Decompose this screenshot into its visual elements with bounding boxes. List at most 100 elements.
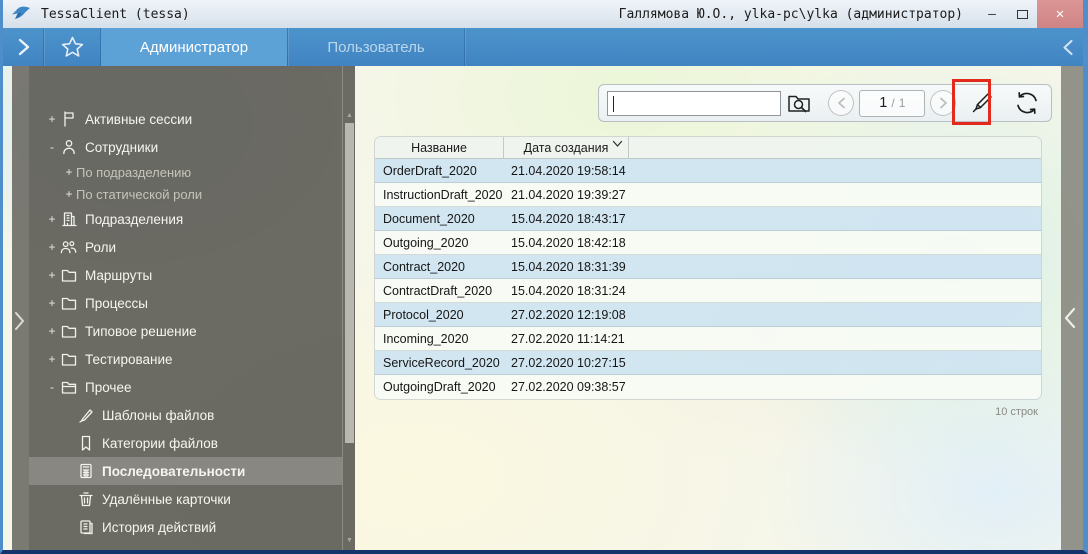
star-icon <box>61 36 83 57</box>
tab-administrator[interactable]: Администратор <box>101 28 287 66</box>
sidebar-item-по-подразделению[interactable]: + По подразделению <box>29 161 342 183</box>
sidebar-item-сотрудники[interactable]: - Сотрудники <box>29 133 342 161</box>
sidebar-item-типовое-решение[interactable]: + Типовое решение <box>29 317 342 345</box>
toolbar: 1 / 1 <box>598 84 1052 122</box>
sidebar-item-прочее[interactable]: - Прочее <box>29 373 342 401</box>
sidebar-item-тестирование[interactable]: + Тестирование <box>29 345 342 373</box>
expand-icon[interactable]: + <box>45 296 59 310</box>
prev-page-button[interactable] <box>828 90 855 116</box>
flag-icon <box>59 110 78 129</box>
nav-forward-button[interactable] <box>3 28 43 66</box>
favorites-button[interactable] <box>44 28 100 66</box>
table-row[interactable]: Document_2020 15.04.2020 18:43:17 <box>375 207 1041 231</box>
sidebar-item-по-статической-роли[interactable]: + По статической роли <box>29 183 342 205</box>
cell-created-date: 27.02.2020 11:14:21 <box>511 331 625 346</box>
chevron-left-icon <box>838 97 845 109</box>
expand-icon[interactable]: + <box>45 112 59 126</box>
sidebar-item-label: Подразделения <box>85 211 184 227</box>
table-body: OrderDraft_2020 21.04.2020 19:58:14 Instru… <box>375 159 1041 399</box>
collapse-icon[interactable]: - <box>45 380 59 394</box>
sidebar-item-label: По статической роли <box>76 186 203 202</box>
sidebar-item-удалённые-карточки[interactable]: Удалённые карточки <box>29 485 342 513</box>
sidebar-item-категории-файлов[interactable]: Категории файлов <box>29 429 342 457</box>
sidebar-scrollbar[interactable]: ▲ ▼ <box>342 66 355 550</box>
scroll-down-icon[interactable]: ▼ <box>345 537 354 544</box>
refresh-button[interactable] <box>1009 86 1045 120</box>
edit-button[interactable] <box>965 86 999 120</box>
text-caret <box>613 95 614 112</box>
close-button[interactable]: ✕ <box>1037 0 1083 28</box>
expand-icon[interactable]: + <box>62 187 76 201</box>
sidebar-item-шаблоны-файлов[interactable]: Шаблоны файлов <box>29 401 342 429</box>
cell-name: OutgoingDraft_2020 <box>383 380 496 394</box>
table-row[interactable]: Outgoing_2020 15.04.2020 18:42:18 <box>375 231 1041 255</box>
column-header-created[interactable]: Дата создания <box>504 137 629 158</box>
expand-icon[interactable]: + <box>45 240 59 254</box>
cell-name: Incoming_2020 <box>383 331 469 346</box>
table-row[interactable]: OrderDraft_2020 21.04.2020 19:58:14 <box>375 159 1041 183</box>
scrollbar-thumb[interactable] <box>345 123 354 443</box>
nav-back-button[interactable] <box>1053 28 1083 66</box>
history-icon <box>76 518 95 537</box>
sidebar: + Активные сессии - Сотрудники + По подраздел… <box>12 66 355 550</box>
expand-icon[interactable]: + <box>62 165 76 179</box>
pencil-icon <box>76 406 95 425</box>
expand-icon[interactable]: + <box>45 352 59 366</box>
advanced-search-button[interactable] <box>781 87 819 119</box>
table-row[interactable]: Protocol_2020 27.02.2020 12:19:08 <box>375 303 1041 327</box>
sidebar-item-label: Шаблоны файлов <box>102 407 215 423</box>
cell-created-date: 21.04.2020 19:58:14 <box>511 163 626 178</box>
cell-name: Outgoing_2020 <box>383 235 469 250</box>
folder-search-icon <box>788 95 810 113</box>
sidebar-item-маршруты[interactable]: + Маршруты <box>29 261 342 289</box>
sidebar-item-активные-сессии[interactable]: + Активные сессии <box>29 105 342 133</box>
maximize-icon <box>1016 9 1028 19</box>
chevron-right-icon <box>18 38 29 56</box>
sidebar-collapse-handle[interactable] <box>12 66 29 550</box>
cell-name: ServiceRecord_2020 <box>383 355 500 370</box>
sidebar-item-последовательности[interactable]: Последовательности <box>29 457 342 485</box>
sidebar-item-процессы[interactable]: + Процессы <box>29 289 342 317</box>
scroll-up-icon[interactable]: ▲ <box>345 112 354 119</box>
sidebar-item-label: Категории файлов <box>102 435 218 451</box>
sidebar-item-label: Тестирование <box>85 351 173 367</box>
right-panel-collapse-handle[interactable] <box>1061 66 1083 550</box>
table-row[interactable]: OutgoingDraft_2020 27.02.2020 09:38:57 <box>375 375 1041 399</box>
sidebar-item-label: Удалённые карточки <box>102 491 231 507</box>
sidebar-item-история-действий[interactable]: История действий <box>29 513 342 541</box>
refresh-icon <box>1017 92 1037 114</box>
expand-icon[interactable]: + <box>45 268 59 282</box>
collapse-icon[interactable]: - <box>45 140 59 154</box>
cell-created-date: 27.02.2020 10:27:15 <box>511 355 626 370</box>
tab-user[interactable]: Пользователь <box>288 28 464 66</box>
table-row[interactable]: InstructionDraft_2020 21.04.2020 19:39:27 <box>375 183 1041 207</box>
search-input[interactable] <box>608 91 780 115</box>
table-row[interactable]: ContractDraft_2020 15.04.2020 18:31:24 <box>375 279 1041 303</box>
cell-created-date: 15.04.2020 18:43:17 <box>511 211 626 226</box>
sidebar-item-label: По подразделению <box>76 164 192 180</box>
sidebar-item-роли[interactable]: + Роли <box>29 233 342 261</box>
tab-bar: Администратор Пользователь <box>3 28 1083 66</box>
table-row[interactable]: Incoming_2020 27.02.2020 11:14:21 <box>375 327 1041 351</box>
table-row[interactable]: Contract_2020 15.04.2020 18:31:39 <box>375 255 1041 279</box>
table-row[interactable]: ServiceRecord_2020 27.02.2020 10:27:15 <box>375 351 1041 375</box>
sidebar-item-подразделения[interactable]: + Подразделения <box>29 205 342 233</box>
app-window: TessaClient (tessa) Галлямова Ю.О., ylka… <box>0 0 1088 554</box>
maximize-button[interactable] <box>1007 0 1037 28</box>
cell-created-date: 15.04.2020 18:31:39 <box>511 259 626 274</box>
content-area: + Активные сессии - Сотрудники + По подраздел… <box>3 66 1083 550</box>
sidebar-item-label: Роли <box>85 239 117 255</box>
sort-chevron-down-icon[interactable] <box>612 140 623 148</box>
table-header: Название Дата создания <box>375 137 1041 159</box>
next-page-button[interactable] <box>930 90 957 116</box>
sidebar-item-label: Активные сессии <box>85 111 193 127</box>
column-header-name[interactable]: Название <box>375 137 504 158</box>
cell-name: Protocol_2020 <box>383 307 464 322</box>
sidebar-item-label: Последовательности <box>102 463 246 479</box>
folder-icon <box>59 266 78 285</box>
navigation-tree: + Активные сессии - Сотрудники + По подраздел… <box>12 66 342 550</box>
folder-icon <box>59 322 78 341</box>
expand-icon[interactable]: + <box>45 212 59 226</box>
minimize-button[interactable]: – <box>977 0 1007 28</box>
expand-icon[interactable]: + <box>45 324 59 338</box>
